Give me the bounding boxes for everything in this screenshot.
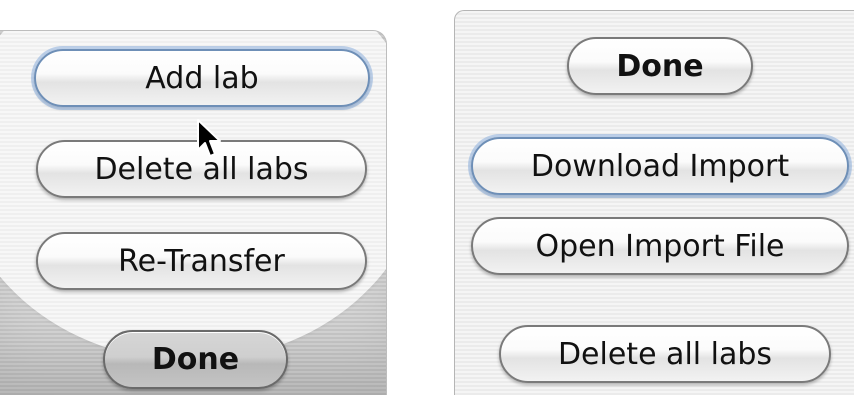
- left-panel: Add lab Delete all labs Re-Transfer Done: [0, 30, 387, 395]
- re-transfer-button[interactable]: Re-Transfer: [36, 232, 367, 290]
- download-import-button[interactable]: Download Import: [471, 137, 849, 195]
- delete-all-labs-button-right[interactable]: Delete all labs: [499, 325, 831, 383]
- right-panel: Done Download Import Open Import File De…: [454, 10, 854, 395]
- open-import-file-button[interactable]: Open Import File: [471, 217, 849, 275]
- add-lab-button[interactable]: Add lab: [34, 49, 370, 107]
- done-button-right[interactable]: Done: [567, 37, 753, 95]
- done-button-left[interactable]: Done: [103, 330, 288, 389]
- arrow-pointer-icon: [197, 119, 221, 157]
